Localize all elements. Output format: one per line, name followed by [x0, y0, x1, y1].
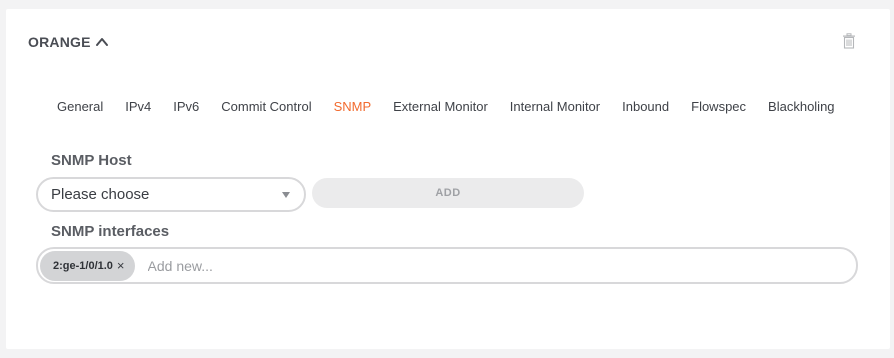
- snmp-interfaces-tag-input[interactable]: 2:ge-1/0/1.0 ×: [36, 247, 858, 284]
- snmp-host-label: SNMP Host: [51, 152, 132, 169]
- snmp-host-select[interactable]: Please choose: [36, 177, 306, 212]
- caret-down-icon: [282, 192, 290, 198]
- card-header-toggle[interactable]: ORANGE: [28, 34, 109, 50]
- tab-blackholing[interactable]: Blackholing: [757, 97, 846, 116]
- trash-icon[interactable]: [842, 33, 856, 49]
- add-interface-input[interactable]: [147, 257, 748, 274]
- remove-chip-icon[interactable]: ×: [117, 259, 125, 272]
- snmp-host-select-value: Please choose: [51, 186, 150, 203]
- tab-general[interactable]: General: [46, 97, 114, 116]
- tab-ipv4[interactable]: IPv4: [114, 97, 162, 116]
- add-button[interactable]: ADD: [312, 178, 584, 208]
- tab-flowspec[interactable]: Flowspec: [680, 97, 757, 116]
- tab-bar: General IPv4 IPv6 Commit Control SNMP Ex…: [46, 97, 846, 116]
- tab-external-monitor[interactable]: External Monitor: [382, 97, 499, 116]
- tab-snmp[interactable]: SNMP: [323, 97, 383, 116]
- interface-chip-label: 2:ge-1/0/1.0: [53, 259, 113, 272]
- interface-chip: 2:ge-1/0/1.0 ×: [40, 250, 135, 281]
- tab-ipv6[interactable]: IPv6: [162, 97, 210, 116]
- card-title: ORANGE: [28, 34, 91, 50]
- tab-commit-control[interactable]: Commit Control: [210, 97, 322, 116]
- chevron-up-icon: [95, 38, 108, 46]
- config-card: ORANGE General IPv4 IPv6 Commit Control …: [6, 9, 890, 349]
- tab-inbound[interactable]: Inbound: [611, 97, 680, 116]
- snmp-interfaces-label: SNMP interfaces: [51, 223, 170, 240]
- tab-internal-monitor[interactable]: Internal Monitor: [499, 97, 611, 116]
